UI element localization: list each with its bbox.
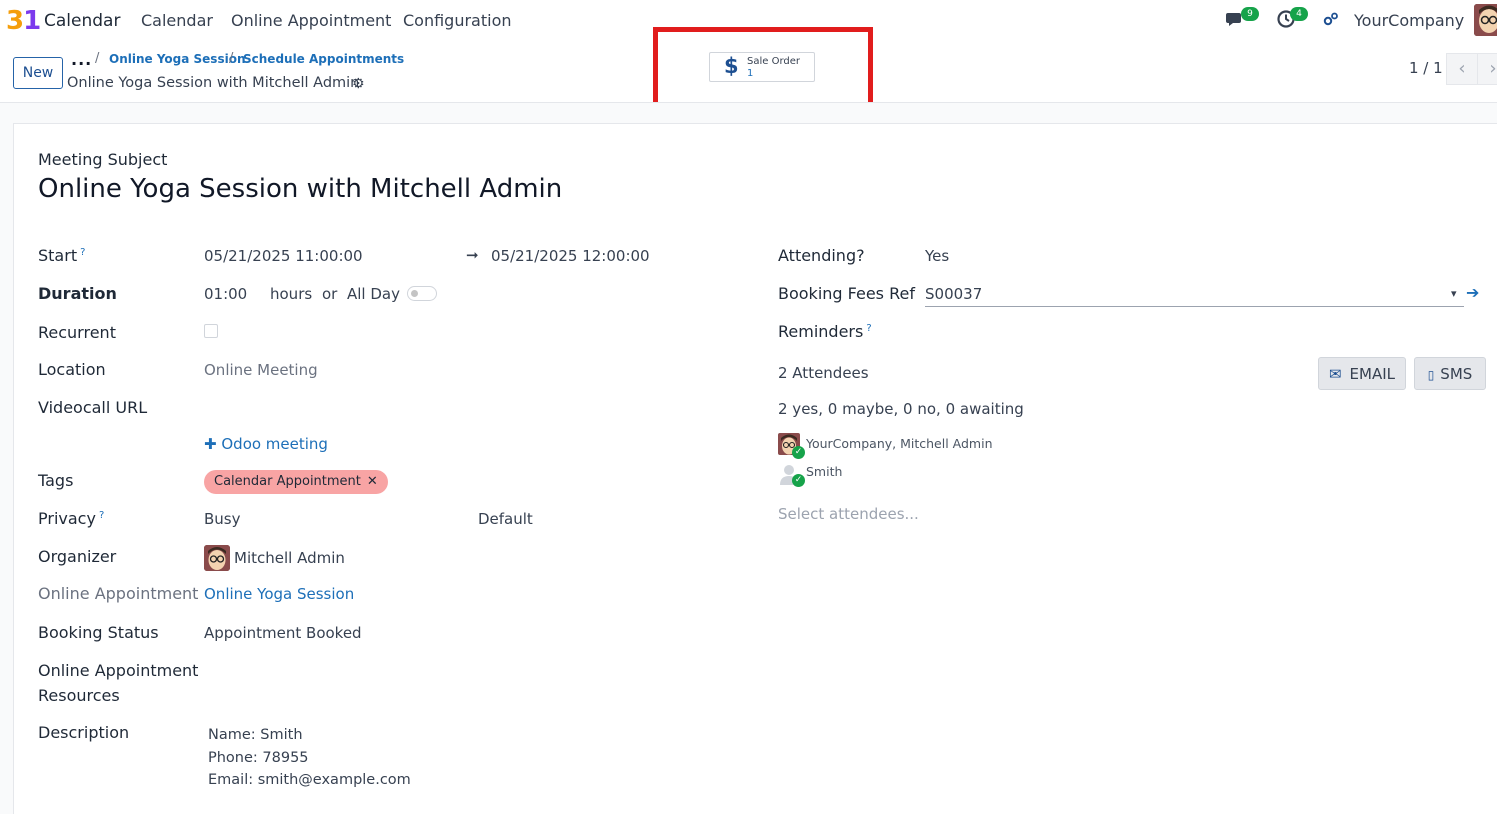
new-button[interactable]: New xyxy=(13,57,63,89)
duration-field[interactable]: 01:00 xyxy=(204,285,247,303)
hours-label: hours xyxy=(270,285,313,303)
online-appointment-link[interactable]: Online Yoga Session xyxy=(204,585,354,603)
menu-calendar[interactable]: Calendar xyxy=(141,11,213,30)
internal-link-arrow-icon[interactable]: ➔ xyxy=(1466,283,1479,302)
sms-button[interactable]: ▯ SMS xyxy=(1414,357,1486,390)
organizer-avatar xyxy=(204,545,230,571)
attendees-summary: 2 yes, 0 maybe, 0 no, 0 awaiting xyxy=(778,400,1024,418)
description-label: Description xyxy=(38,723,130,742)
help-icon[interactable]: ? xyxy=(866,323,871,334)
organizer-field[interactable]: Mitchell Admin xyxy=(234,549,345,567)
mobile-icon: ▯ xyxy=(1427,367,1435,382)
dollar-icon: $ xyxy=(724,54,739,78)
help-icon[interactable]: ? xyxy=(80,247,85,258)
plus-icon: ✚ xyxy=(204,435,217,453)
breadcrumb-separator: / xyxy=(95,51,100,66)
smart-button-label: Sale Order xyxy=(747,56,801,67)
or-label: or xyxy=(322,285,338,303)
start-field[interactable]: 05/21/2025 11:00:00 xyxy=(204,247,363,265)
gear-icon[interactable]: ⚙ xyxy=(352,76,365,92)
booking-fees-input[interactable] xyxy=(925,283,1464,307)
breadcrumb-online-yoga-session[interactable]: Online Yoga Session xyxy=(109,52,246,66)
privacy-label: Privacy? xyxy=(38,509,105,528)
pager-next-button[interactable]: › xyxy=(1477,53,1497,85)
allday-label: All Day xyxy=(347,285,400,303)
attendee-name[interactable]: Smith xyxy=(806,464,842,479)
record-title: Online Yoga Session with Mitchell Admin xyxy=(67,75,360,91)
attendees-count: 2 Attendees xyxy=(778,364,869,382)
booking-fees-label: Booking Fees Ref xyxy=(778,284,915,303)
resources-label-line1: Online Appointment xyxy=(38,661,199,680)
videocall-label: Videocall URL xyxy=(38,398,148,417)
recurrent-label: Recurrent xyxy=(38,323,116,342)
remove-tag-icon[interactable]: ✕ xyxy=(367,474,378,489)
company-name[interactable]: YourCompany xyxy=(1354,11,1464,30)
breadcrumb-dots[interactable]: ... xyxy=(71,50,92,69)
online-appointment-label: Online Appointment xyxy=(38,584,199,603)
app-name[interactable]: Calendar xyxy=(44,11,120,31)
accepted-check-icon: ✓ xyxy=(792,446,805,459)
resources-label-line2: Resources xyxy=(38,686,120,705)
breadcrumb-schedule-appointments[interactable]: Schedule Appointments xyxy=(243,52,404,66)
subject-label: Meeting Subject xyxy=(38,150,168,169)
user-avatar[interactable] xyxy=(1474,4,1497,36)
description-line[interactable]: Email: smith@example.com xyxy=(208,772,411,788)
booking-status-label: Booking Status xyxy=(38,623,159,642)
breadcrumb-separator: / xyxy=(229,51,234,66)
organizer-label: Organizer xyxy=(38,547,117,566)
calendar-app-icon[interactable]: 31 xyxy=(6,6,41,36)
form-sheet xyxy=(13,123,1497,814)
allday-toggle[interactable] xyxy=(407,286,437,301)
caret-down-icon[interactable]: ▾ xyxy=(1451,287,1457,300)
stop-field[interactable]: 05/21/2025 12:00:00 xyxy=(491,247,650,265)
subject-field[interactable]: Online Yoga Session with Mitchell Admin xyxy=(38,174,562,204)
sale-order-smart-button[interactable]: $ Sale Order 1 xyxy=(709,52,815,82)
pager-previous-button[interactable]: ‹ xyxy=(1446,53,1478,85)
email-button[interactable]: ✉ EMAIL xyxy=(1318,357,1406,390)
chat-badge: 9 xyxy=(1241,7,1259,21)
menu-online-appointment[interactable]: Online Appointment xyxy=(231,11,391,30)
select-attendees-input[interactable]: Select attendees... xyxy=(778,505,919,523)
odoo-meeting-link[interactable]: ✚ Odoo meeting xyxy=(204,435,328,453)
reminders-label: Reminders? xyxy=(778,322,872,341)
start-label: Start? xyxy=(38,246,86,265)
attending-field[interactable]: Yes xyxy=(925,247,949,265)
location-label: Location xyxy=(38,360,106,379)
description-line[interactable]: Phone: 78955 xyxy=(208,750,309,766)
attending-label: Attending? xyxy=(778,246,865,265)
privacy-field[interactable]: Busy xyxy=(204,510,241,528)
description-line[interactable]: Name: Smith xyxy=(208,727,303,743)
location-field[interactable]: Online Meeting xyxy=(204,361,318,379)
company-switch-icon[interactable] xyxy=(1323,11,1339,27)
accepted-check-icon: ✓ xyxy=(792,474,805,487)
duration-label: Duration xyxy=(38,284,117,303)
envelope-icon: ✉ xyxy=(1328,364,1342,383)
smart-button-value: 1 xyxy=(747,68,754,79)
recurrent-checkbox[interactable] xyxy=(204,324,218,338)
menu-configuration[interactable]: Configuration xyxy=(403,11,512,30)
tag-calendar-appointment[interactable]: Calendar Appointment ✕ xyxy=(204,470,388,494)
attendee-name[interactable]: YourCompany, Mitchell Admin xyxy=(806,436,993,451)
booking-fees-value: S00037 xyxy=(925,285,983,303)
booking-status-field[interactable]: Appointment Booked xyxy=(204,624,362,642)
pager-value[interactable]: 1 / 1 xyxy=(1409,59,1443,77)
help-icon[interactable]: ? xyxy=(99,510,104,521)
arrow-right-icon: ➞ xyxy=(466,246,479,264)
activity-badge: 4 xyxy=(1290,7,1308,21)
privacy-default-field[interactable]: Default xyxy=(478,510,533,528)
tags-label: Tags xyxy=(38,471,74,490)
